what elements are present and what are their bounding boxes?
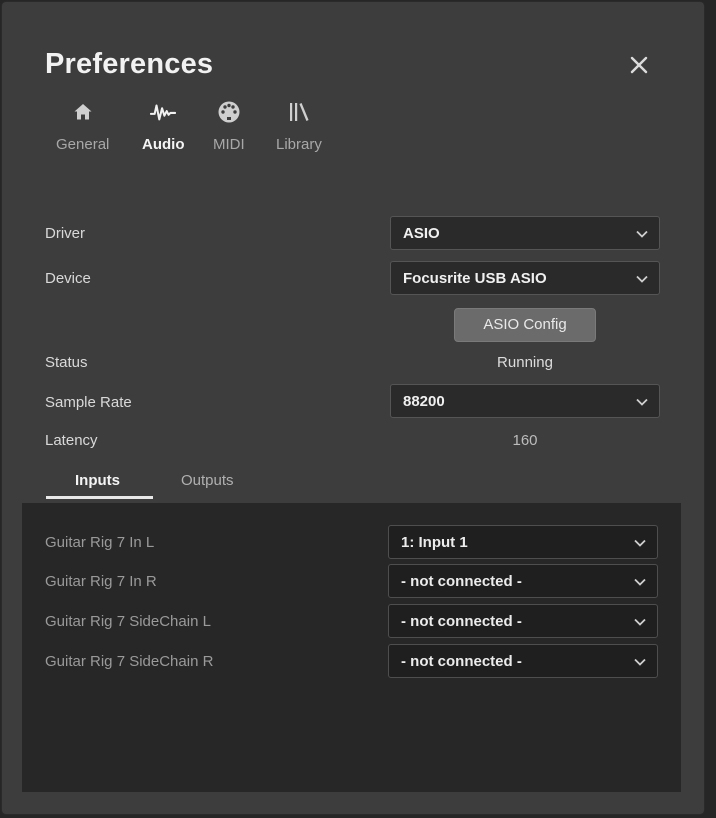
device-select[interactable]: Focusrite USB ASIO bbox=[390, 261, 660, 295]
chevron-down-icon bbox=[636, 275, 648, 283]
chevron-down-icon bbox=[636, 398, 648, 406]
chevron-down-icon bbox=[634, 578, 646, 586]
input-sidechain-r-value: - not connected - bbox=[401, 653, 522, 670]
active-tab-indicator bbox=[46, 496, 153, 499]
tab-general[interactable]: General bbox=[56, 98, 109, 164]
latency-value: 160 bbox=[512, 432, 538, 449]
sample-rate-select[interactable]: 88200 bbox=[390, 384, 660, 418]
chevron-down-icon bbox=[634, 618, 646, 626]
sample-rate-label: Sample Rate bbox=[45, 394, 132, 411]
tab-outputs[interactable]: Outputs bbox=[181, 472, 234, 489]
input-in-l-value: 1: Input 1 bbox=[401, 534, 468, 551]
tab-midi[interactable]: MIDI bbox=[213, 98, 245, 164]
device-label: Device bbox=[45, 270, 91, 287]
close-button[interactable] bbox=[626, 52, 652, 78]
input-in-r-select[interactable]: - not connected - bbox=[388, 564, 658, 598]
input-row-label: Guitar Rig 7 In L bbox=[45, 534, 155, 551]
tab-midi-label: MIDI bbox=[213, 136, 245, 153]
asio-config-button[interactable]: ASIO Config bbox=[454, 308, 596, 342]
chevron-down-icon bbox=[636, 230, 648, 238]
tab-audio[interactable]: Audio bbox=[142, 98, 185, 164]
tab-library[interactable]: Library bbox=[276, 98, 322, 164]
device-value: Focusrite USB ASIO bbox=[403, 270, 547, 287]
driver-value: ASIO bbox=[403, 225, 440, 242]
status-label: Status bbox=[45, 354, 88, 371]
tab-audio-label: Audio bbox=[142, 136, 185, 153]
chevron-down-icon bbox=[634, 658, 646, 666]
sample-rate-value: 88200 bbox=[403, 393, 445, 410]
waveform-icon bbox=[150, 99, 177, 125]
driver-label: Driver bbox=[45, 225, 85, 242]
dialog-title: Preferences bbox=[45, 48, 214, 80]
tab-library-label: Library bbox=[276, 136, 322, 153]
input-row-label: Guitar Rig 7 In R bbox=[45, 573, 157, 590]
close-icon bbox=[630, 56, 648, 74]
input-row-label: Guitar Rig 7 SideChain R bbox=[45, 653, 214, 670]
status-value: Running bbox=[497, 354, 553, 371]
tab-inputs[interactable]: Inputs bbox=[75, 472, 120, 489]
input-sidechain-l-value: - not connected - bbox=[401, 613, 522, 630]
input-in-r-value: - not connected - bbox=[401, 573, 522, 590]
input-row-label: Guitar Rig 7 SideChain L bbox=[45, 613, 211, 630]
tab-general-label: General bbox=[56, 136, 110, 153]
library-icon bbox=[286, 99, 312, 125]
input-sidechain-l-select[interactable]: - not connected - bbox=[388, 604, 658, 638]
home-icon bbox=[70, 99, 96, 125]
input-in-l-select[interactable]: 1: Input 1 bbox=[388, 525, 658, 559]
driver-select[interactable]: ASIO bbox=[390, 216, 660, 250]
input-sidechain-r-select[interactable]: - not connected - bbox=[388, 644, 658, 678]
midi-connector-icon bbox=[216, 99, 242, 125]
latency-label: Latency bbox=[45, 432, 98, 449]
chevron-down-icon bbox=[634, 539, 646, 547]
